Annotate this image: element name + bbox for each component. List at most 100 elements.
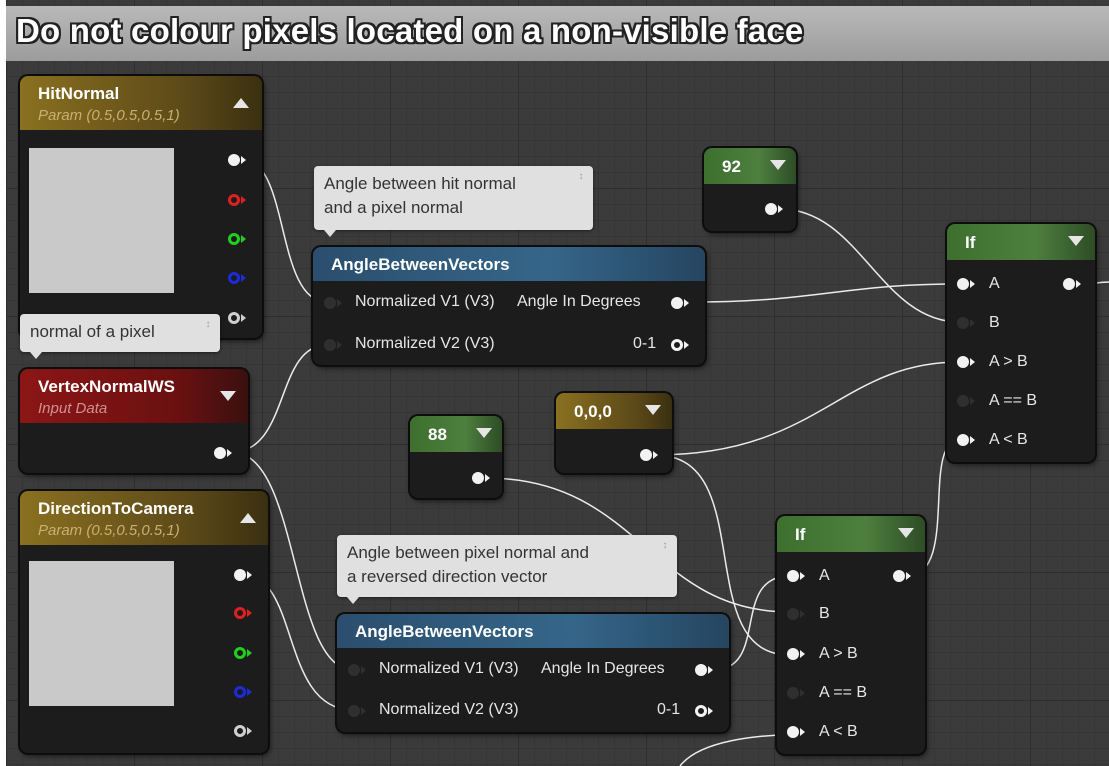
node-constant-92[interactable]: 92	[704, 148, 796, 231]
normalized-output-pin[interactable]	[695, 705, 707, 717]
r-output-pin[interactable]	[228, 194, 240, 206]
node-header[interactable]: If	[777, 516, 925, 552]
node-subtitle: Param (0.5,0.5,0.5,1)	[38, 107, 180, 124]
collapse-arrow-icon[interactable]	[233, 98, 249, 108]
if-input-a[interactable]	[787, 570, 799, 582]
node-constant-vector-000[interactable]: 0,0,0	[556, 393, 672, 473]
constant-value[interactable]: 88	[428, 425, 447, 445]
node-header[interactable]: VertexNormalWS Input Data	[20, 369, 248, 423]
expand-arrow-icon[interactable]	[1068, 236, 1084, 246]
v1-input-pin[interactable]	[348, 664, 360, 676]
if-input-a-lt-b[interactable]	[957, 434, 969, 446]
pin-arrow-icon	[708, 666, 713, 674]
node-subtitle: Param (0.5,0.5,0.5,1)	[38, 522, 180, 539]
if-input-a-gt-b[interactable]	[787, 648, 799, 660]
g-output-pin[interactable]	[228, 233, 240, 245]
normalized-output-pin[interactable]	[671, 339, 683, 351]
if-input-b[interactable]	[787, 608, 799, 620]
b-output-pin[interactable]	[234, 686, 246, 698]
pin-arrow-icon	[653, 451, 658, 459]
pin-icon[interactable]: ↕	[659, 541, 671, 563]
pin-arrow-icon	[684, 299, 689, 307]
expand-arrow-icon[interactable]	[476, 428, 492, 438]
pin-icon[interactable]: ↕	[202, 320, 214, 342]
if-input-a-lt-b[interactable]	[787, 726, 799, 738]
pin-arrow-icon	[970, 319, 975, 327]
output-pin[interactable]	[472, 472, 484, 484]
wire-offscreen-to-if2-altb	[679, 734, 791, 766]
node-anglebetweenvectors-2[interactable]: AngleBetweenVectors Normalized V1 (V3) A…	[337, 614, 729, 732]
comment-text: Angle between hit normal and a pixel nor…	[324, 174, 516, 217]
output-pin[interactable]	[765, 203, 777, 215]
color-preview	[29, 561, 174, 706]
output-pin[interactable]	[640, 449, 652, 461]
expand-arrow-icon[interactable]	[898, 528, 914, 538]
expand-arrow-icon[interactable]	[645, 405, 661, 415]
g-output-pin[interactable]	[234, 647, 246, 659]
rgba-output-pin[interactable]	[228, 154, 240, 166]
pin-label: B	[989, 314, 1000, 331]
node-if-1[interactable]: If A B A > B A == B A < B	[947, 224, 1095, 462]
comment-tail	[347, 597, 359, 604]
output-pin[interactable]	[214, 447, 226, 459]
pin-arrow-icon	[361, 707, 366, 715]
node-header[interactable]: 88	[410, 416, 502, 452]
node-if-2[interactable]: If A B A > B A == B A < B	[777, 516, 925, 754]
v2-input-pin[interactable]	[324, 339, 336, 351]
node-header[interactable]: HitNormal Param (0.5,0.5,0.5,1)	[20, 76, 262, 130]
v2-input-pin[interactable]	[348, 705, 360, 717]
expand-arrow-icon[interactable]	[770, 160, 786, 170]
if-input-a[interactable]	[957, 278, 969, 290]
node-header[interactable]: DirectionToCamera Param (0.5,0.5,0.5,1)	[20, 491, 268, 545]
node-header[interactable]: AngleBetweenVectors	[337, 614, 729, 648]
node-header[interactable]: 92	[704, 148, 796, 184]
pin-arrow-icon	[485, 474, 490, 482]
node-header[interactable]: If	[947, 224, 1095, 260]
pin-arrow-icon	[337, 341, 342, 349]
node-title: AngleBetweenVectors	[331, 255, 510, 274]
node-header[interactable]: 0,0,0	[556, 393, 672, 429]
pin-arrow-icon	[970, 280, 975, 288]
node-constant-88[interactable]: 88	[410, 416, 502, 498]
pin-arrow-icon	[800, 650, 805, 658]
r-output-pin[interactable]	[234, 607, 246, 619]
if-input-a-gt-b[interactable]	[957, 356, 969, 368]
node-directiontocamera[interactable]: DirectionToCamera Param (0.5,0.5,0.5,1)	[20, 491, 268, 753]
if-input-a-eq-b[interactable]	[957, 395, 969, 407]
if-output-pin[interactable]	[1063, 278, 1075, 290]
comment-bubble-normal[interactable]: normal of a pixel ↕	[20, 314, 220, 359]
v1-input-label: Normalized V1 (V3)	[379, 660, 519, 677]
node-vertexnormalws[interactable]: VertexNormalWS Input Data	[20, 369, 248, 473]
angle-output-pin[interactable]	[695, 664, 707, 676]
a-output-pin[interactable]	[234, 725, 246, 737]
v2-input-label: Normalized V2 (V3)	[355, 335, 495, 352]
if-input-b[interactable]	[957, 317, 969, 329]
constant-value[interactable]: 92	[722, 157, 741, 177]
collapse-arrow-icon[interactable]	[240, 513, 256, 523]
pin-arrow-icon	[247, 649, 252, 657]
comment-bubble-angle1[interactable]: Angle between hit normal and a pixel nor…	[314, 166, 593, 237]
pin-arrow-icon	[241, 314, 246, 322]
angle-output-label: Angle In Degrees	[517, 293, 641, 310]
pin-label: A < B	[819, 723, 858, 740]
comment-tail	[324, 230, 336, 237]
a-output-pin[interactable]	[228, 312, 240, 324]
pin-label: A	[819, 567, 830, 584]
node-header[interactable]: AngleBetweenVectors	[313, 247, 705, 281]
constant-value[interactable]: 0,0,0	[574, 402, 612, 422]
v1-input-pin[interactable]	[324, 297, 336, 309]
pin-arrow-icon	[970, 358, 975, 366]
node-hitnormal[interactable]: HitNormal Param (0.5,0.5,0.5,1)	[20, 76, 262, 338]
comment-bubble-angle2[interactable]: Angle between pixel normal and a reverse…	[337, 535, 677, 604]
rgba-output-pin[interactable]	[234, 569, 246, 581]
angle-output-pin[interactable]	[671, 297, 683, 309]
expand-arrow-icon[interactable]	[220, 391, 236, 401]
pin-icon[interactable]: ↕	[575, 172, 587, 194]
comment-tail	[30, 352, 42, 359]
pin-arrow-icon	[227, 449, 232, 457]
node-anglebetweenvectors-1[interactable]: AngleBetweenVectors Normalized V1 (V3) A…	[313, 247, 705, 365]
if-input-a-eq-b[interactable]	[787, 687, 799, 699]
b-output-pin[interactable]	[228, 272, 240, 284]
pin-label: B	[819, 605, 830, 622]
if-output-pin[interactable]	[893, 570, 905, 582]
